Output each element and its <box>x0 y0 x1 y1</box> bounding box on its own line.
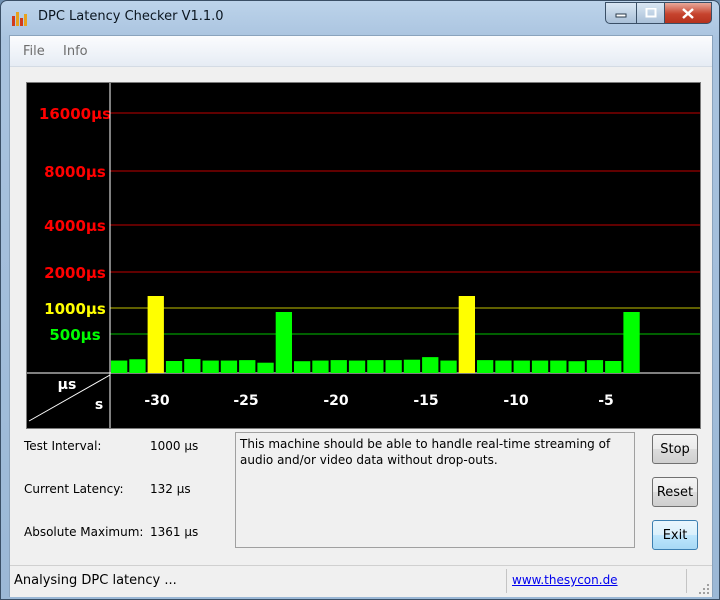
close-icon <box>682 7 694 19</box>
x-tick-label: -30 <box>144 393 170 409</box>
app-window: DPC Latency Checker V1.1.0 File Info 160… <box>0 0 720 600</box>
app-icon <box>12 12 27 26</box>
x-tick-label: -10 <box>503 393 529 409</box>
y-axis-label: 16000µs <box>39 105 111 123</box>
caption-buttons <box>605 2 712 24</box>
latency-bar <box>422 357 439 373</box>
latency-bar <box>367 360 384 373</box>
minimize-icon <box>615 13 627 18</box>
latency-bar <box>513 360 530 373</box>
maximize-icon <box>645 8 656 18</box>
latency-bar <box>312 360 329 373</box>
menu-file[interactable]: File <box>23 44 45 59</box>
x-tick-label: -20 <box>323 393 349 409</box>
latency-bar <box>568 361 585 373</box>
current-latency-value: 132 µs <box>150 482 191 496</box>
latency-bar <box>275 312 292 373</box>
latency-bar <box>385 360 402 373</box>
latency-bar <box>477 360 494 373</box>
latency-bar <box>440 360 457 373</box>
menu-info[interactable]: Info <box>63 44 88 59</box>
latency-bar <box>147 296 164 373</box>
latency-bar <box>202 360 219 373</box>
y-axis-label: 4000µs <box>44 217 106 235</box>
latency-bar <box>111 360 128 373</box>
x-tick-label: -25 <box>233 393 258 409</box>
latency-bar <box>294 361 311 373</box>
latency-bar <box>239 360 256 373</box>
y-axis-label: 500µs <box>49 326 100 344</box>
y-axis-label: 1000µs <box>44 300 106 318</box>
close-button[interactable] <box>665 2 712 24</box>
status-separator <box>506 569 507 593</box>
latency-graph-canvas: 16000µs 8000µs 4000µs 2000µs 1000µs 500µs µs s -… <box>27 83 700 428</box>
y-axis-label: 2000µs <box>44 264 106 282</box>
latency-bar <box>330 360 347 373</box>
x-tick-label: -5 <box>598 393 614 409</box>
exit-button[interactable]: Exit <box>652 520 698 550</box>
maximize-button[interactable] <box>637 2 665 24</box>
stop-button[interactable]: Stop <box>652 434 698 464</box>
latency-bar <box>586 360 604 373</box>
website-link[interactable]: www.thesycon.de <box>512 573 618 587</box>
menu-bar: File Info <box>10 36 712 67</box>
latency-bar <box>220 360 238 373</box>
latency-bar <box>531 360 549 373</box>
client-area: File Info 16000µs 8000µs 4000µs 2000µs 1000µ… <box>9 35 713 597</box>
test-interval-value: 1000 µs <box>150 439 199 453</box>
latency-bar <box>165 360 183 373</box>
latency-bar <box>605 360 622 373</box>
latency-bar <box>550 360 567 373</box>
y-axis-label: 8000µs <box>44 163 106 181</box>
latency-bar <box>184 359 201 373</box>
y-unit-label: µs <box>58 377 77 393</box>
absolute-maximum-value: 1361 µs <box>150 525 199 539</box>
test-interval-label: Test Interval: <box>24 439 102 453</box>
latency-bar <box>623 312 640 373</box>
x-unit-label: s <box>95 397 103 413</box>
latency-graph: 16000µs 8000µs 4000µs 2000µs 1000µs 500µs µs s -… <box>26 82 701 429</box>
latency-bar <box>257 362 274 373</box>
resize-grip-icon[interactable] <box>698 583 710 595</box>
x-tick-label: -15 <box>413 393 438 409</box>
minimize-button[interactable] <box>605 2 637 24</box>
latency-bar <box>129 359 146 373</box>
status-message-box: This machine should be able to handle re… <box>235 432 635 548</box>
title-bar[interactable]: DPC Latency Checker V1.1.0 <box>1 1 719 33</box>
window-title: DPC Latency Checker V1.1.0 <box>38 9 224 24</box>
absolute-maximum-label: Absolute Maximum: <box>24 525 144 539</box>
status-text: Analysing DPC latency ... <box>14 573 177 588</box>
current-latency-label: Current Latency: <box>24 482 124 496</box>
latency-bar <box>348 360 366 373</box>
latency-bar <box>403 359 421 373</box>
status-bar: Analysing DPC latency ... www.thesycon.d… <box>10 565 712 597</box>
latency-bar <box>495 360 512 373</box>
status-separator <box>686 569 687 593</box>
reset-button[interactable]: Reset <box>652 477 698 507</box>
latency-bar <box>458 296 475 373</box>
